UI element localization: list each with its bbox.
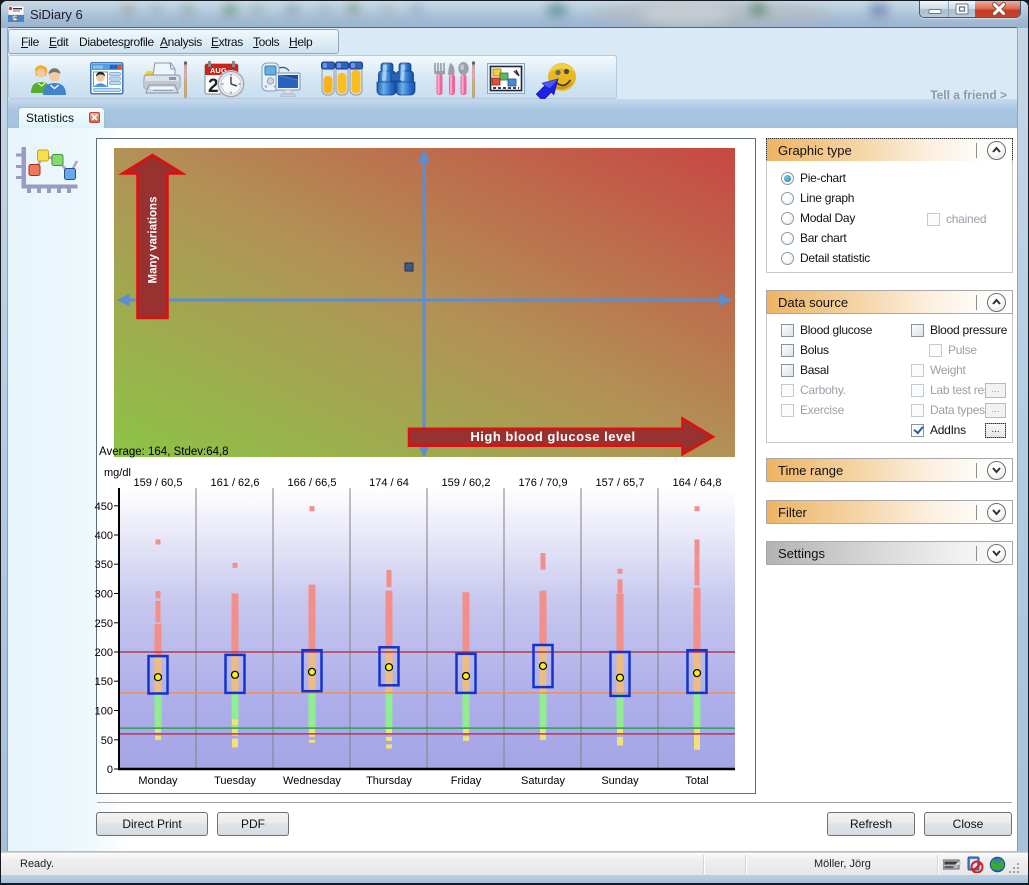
svg-text:Thursday: Thursday [366, 775, 412, 787]
svg-text:250: 250 [95, 618, 113, 630]
svg-text:Total: Total [685, 775, 708, 787]
svg-text:159 / 60,2: 159 / 60,2 [442, 477, 491, 489]
svg-text:50: 50 [101, 735, 113, 747]
svg-text:166 / 66,5: 166 / 66,5 [288, 477, 337, 489]
svg-text:200: 200 [95, 647, 113, 659]
svg-text:150: 150 [95, 676, 113, 688]
svg-text:Sunday: Sunday [601, 775, 639, 787]
svg-text:Many variations: Many variations [148, 197, 160, 284]
svg-text:Saturday: Saturday [521, 775, 566, 787]
svg-text:0: 0 [107, 764, 113, 776]
svg-text:176 / 70,9: 176 / 70,9 [519, 477, 568, 489]
svg-text:Tuesday: Tuesday [214, 775, 256, 787]
svg-text:174 / 64: 174 / 64 [369, 477, 409, 489]
svg-text:100: 100 [95, 706, 113, 718]
svg-text:Wednesday: Wednesday [283, 775, 341, 787]
svg-text:161 / 62,6: 161 / 62,6 [211, 477, 260, 489]
svg-text:450: 450 [95, 501, 113, 513]
svg-text:2: 2 [208, 76, 219, 97]
svg-text:300: 300 [95, 589, 113, 601]
svg-text:159 / 60,5: 159 / 60,5 [134, 477, 183, 489]
svg-text:164 / 64,8: 164 / 64,8 [673, 477, 722, 489]
svg-text:Friday: Friday [451, 775, 482, 787]
svg-text:350: 350 [95, 559, 113, 571]
svg-text:mg/dl: mg/dl [104, 467, 131, 479]
svg-text:Monday: Monday [138, 775, 178, 787]
svg-text:High blood glucose level: High blood glucose level [470, 429, 635, 444]
svg-text:400: 400 [95, 530, 113, 542]
svg-text:157 / 65,7: 157 / 65,7 [596, 477, 645, 489]
